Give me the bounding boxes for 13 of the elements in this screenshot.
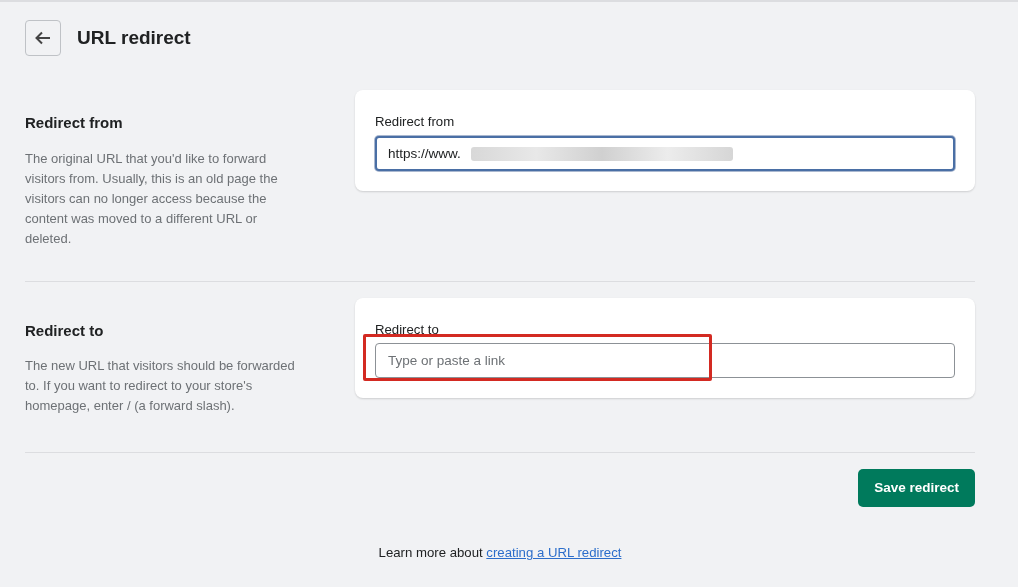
section-heading: Redirect from — [25, 113, 124, 133]
section-description: The original URL that you'd like to forward visitors from. Usually, this is an old page the visitors can no longer access because the content was moved to a different URL or deleted. — [25, 149, 279, 248]
save-redirect-button[interactable]: Save redirect — [858, 469, 975, 508]
section-description: The new URL that visitors should be forwarded to. If you want to redirect to your store's homepage, enter / (a forward slash). — [25, 357, 296, 415]
back-arrow-icon — [35, 31, 51, 45]
field-label: Redirect from — [375, 113, 456, 131]
creating-redirect-link[interactable]: creating a URL redirect — [486, 545, 622, 561]
back-button[interactable] — [25, 20, 61, 56]
page-title: URL redirect — [77, 26, 191, 50]
url-field[interactable]: Type or paste a link — [375, 343, 955, 379]
field-label: Redirect to — [375, 320, 440, 339]
section-heading: Redirect to — [25, 320, 105, 341]
learn-more-text: Learn more about creating a URL redirect — [378, 545, 622, 561]
